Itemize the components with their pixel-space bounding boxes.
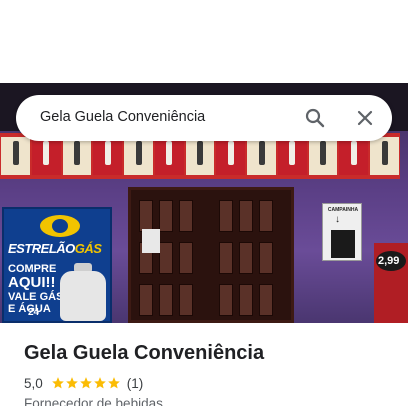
price-tag: 2,99 (378, 255, 400, 267)
rating-value: 5,0 (24, 375, 43, 391)
star-icon (93, 377, 106, 389)
storefront-door (128, 187, 294, 323)
doorbell-label: CAMPAINHA (327, 207, 359, 213)
place-title: Gela Guela Conveniência (24, 342, 265, 364)
place-category[interactable]: Fornecedor de bebidas (24, 396, 163, 406)
star-icon (65, 377, 78, 389)
search-bar[interactable]: Gela Guela Conveniência (16, 95, 392, 141)
door-notice-paper (142, 229, 160, 253)
gas-tank-icon (60, 271, 106, 321)
review-count[interactable]: (1) (127, 376, 144, 391)
arrow-down-icon: ↓ (335, 214, 340, 225)
search-icon[interactable] (303, 106, 327, 130)
sign-brand: ESTRELÃOGÁS (8, 241, 102, 256)
maps-place-panel: ESTRELÃOGÁS COMPRE AQUI!! VALE GÁS E ÁGU… (0, 0, 408, 406)
gas-advert-sign: ESTRELÃOGÁS COMPRE AQUI!! VALE GÁS E ÁGU… (2, 207, 112, 323)
rating-stars (51, 376, 121, 390)
search-query[interactable]: Gela Guela Conveniência (40, 109, 205, 125)
star-icon (51, 377, 64, 389)
star-icon (79, 377, 92, 389)
close-icon[interactable] (353, 106, 377, 130)
doorbell-box: CAMPAINHA ↓ (322, 203, 362, 261)
star-icon (107, 377, 120, 389)
rating-row[interactable]: 5,0 (1) (24, 375, 143, 391)
sign-number: 24 (28, 307, 40, 318)
